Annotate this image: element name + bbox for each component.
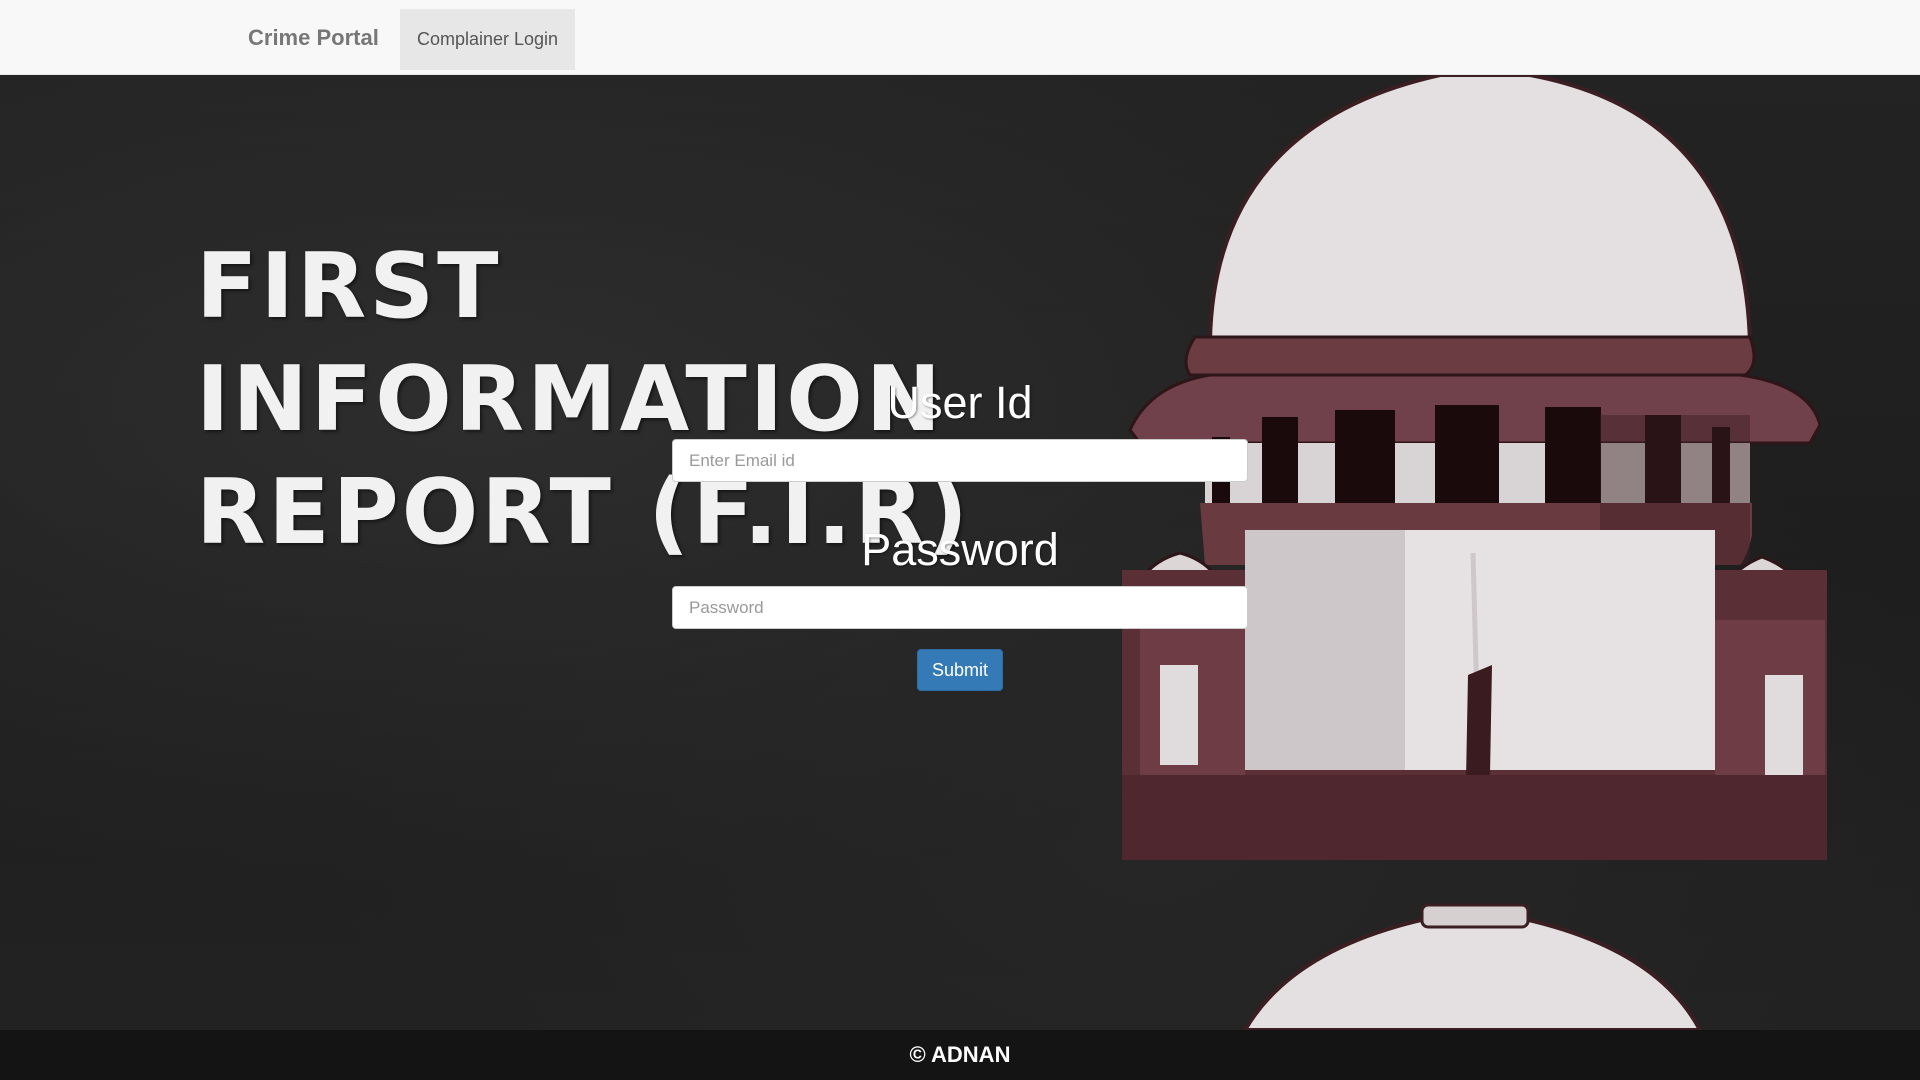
dome-shape — [1207, 75, 1753, 348]
ground-base — [1122, 775, 1827, 860]
password-label: Password — [861, 524, 1059, 575]
lower-dome-lantern — [1420, 903, 1530, 929]
right-wing-window — [1765, 675, 1803, 775]
hero-section: FIRST INFORMATION REPORT (F.I.R) User Id… — [0, 75, 1920, 1030]
heading-line-1: FIRST — [196, 234, 502, 339]
footer-copyright: © ADNAN — [909, 1042, 1011, 1067]
top-navbar: Crime Portal Complainer Login — [0, 0, 1920, 75]
brand-link[interactable]: Crime Portal — [248, 0, 379, 75]
submit-button[interactable]: Submit — [917, 649, 1003, 691]
password-input[interactable] — [672, 586, 1248, 629]
login-form: User Id Password Submit — [672, 375, 1248, 691]
user-id-label: User Id — [887, 377, 1033, 428]
flag — [1466, 665, 1492, 780]
nav-complainer-login[interactable]: Complainer Login — [400, 9, 575, 70]
facade-shadow — [1245, 530, 1405, 770]
drum-ring — [1184, 335, 1756, 377]
email-input[interactable] — [672, 439, 1248, 482]
page-footer: © ADNAN — [0, 1030, 1920, 1080]
